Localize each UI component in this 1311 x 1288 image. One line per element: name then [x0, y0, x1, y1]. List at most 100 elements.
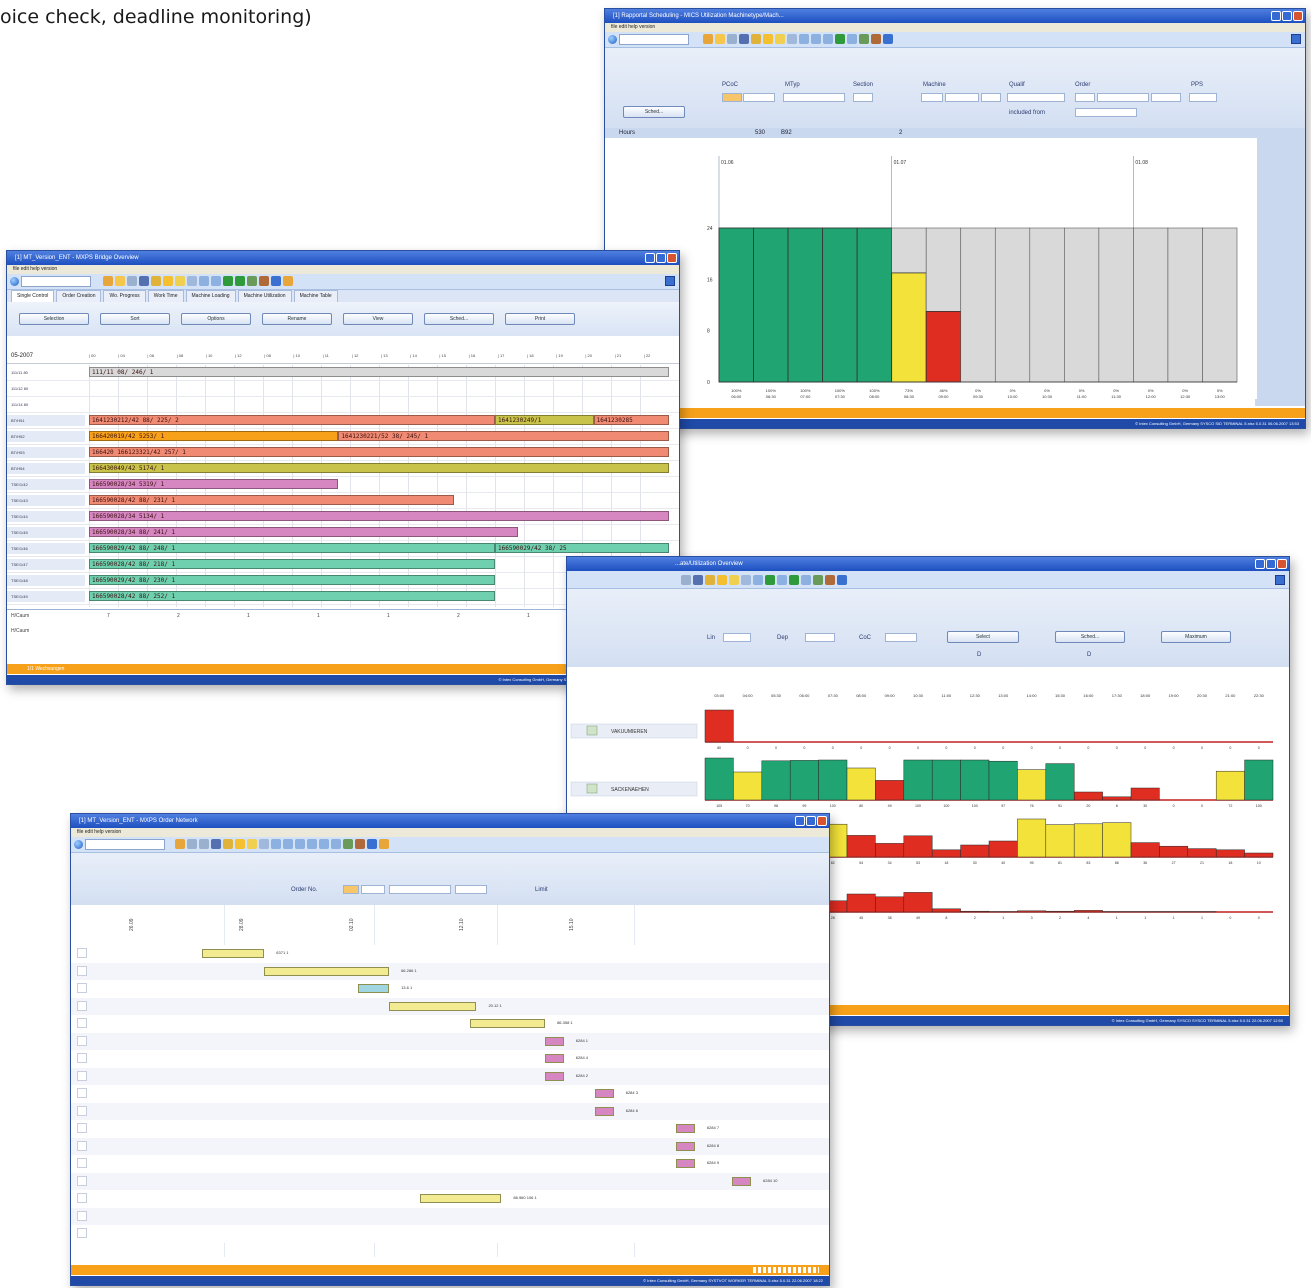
network-node[interactable] [676, 1141, 695, 1151]
tab-order-creation[interactable]: Order Creation [56, 290, 102, 302]
order-input[interactable] [1075, 93, 1095, 102]
row-checkbox[interactable] [77, 1228, 87, 1238]
coc-input[interactable] [885, 633, 917, 642]
row-checkbox[interactable] [77, 1053, 87, 1063]
pps-input[interactable] [1189, 93, 1217, 102]
toolbar-field[interactable] [85, 839, 165, 850]
order-input-2[interactable] [1097, 93, 1149, 102]
gantt-bar[interactable]: 1641230285 [593, 415, 669, 425]
tab-machine-table[interactable]: Machine Table [293, 290, 338, 302]
sched--button[interactable]: Sched... [424, 313, 494, 325]
row-checkbox[interactable] [77, 1123, 87, 1133]
expand-icon[interactable] [586, 725, 598, 736]
gantt-bar[interactable]: 166430049/42 5174/ 1 [89, 463, 669, 473]
gantt-bar[interactable]: 111/11 08/ 246/ 1 [89, 367, 669, 377]
row-checkbox[interactable] [77, 1175, 87, 1186]
menu-bar[interactable]: file edit help version [7, 265, 679, 274]
order-input-3[interactable] [1151, 93, 1181, 102]
network-node[interactable] [201, 949, 265, 958]
gantt-bar[interactable]: 166420 166123321/42 257/ 1 [89, 447, 669, 457]
checkbox-icon[interactable] [1275, 575, 1285, 585]
gantt-bar[interactable]: 166590028/42 88/ 218/ 1 [89, 559, 495, 569]
maximum-button[interactable]: Maximum [1161, 631, 1231, 643]
globe-icon[interactable] [10, 277, 19, 286]
tab-machine-loading[interactable]: Machine Loading [185, 290, 236, 302]
rename-button[interactable]: Rename [262, 313, 332, 325]
machine-input[interactable] [921, 93, 943, 102]
menu-bar[interactable]: file edit help version [71, 828, 829, 837]
pcoc-input[interactable] [722, 93, 742, 102]
network-node[interactable] [470, 1019, 546, 1028]
machine-input-2[interactable] [945, 93, 979, 102]
toolbar-icons[interactable] [681, 575, 847, 585]
close-button[interactable] [1293, 11, 1303, 21]
tab-machine-utilization[interactable]: Machine Utilization [237, 290, 292, 302]
row-checkbox[interactable] [77, 1193, 87, 1203]
gantt-bar[interactable]: 166590029/42 88/ 230/ 1 [89, 575, 495, 585]
gantt-bar[interactable]: 1641230249/1 [495, 415, 594, 425]
lin-input[interactable] [723, 633, 751, 642]
section-input[interactable] [853, 93, 873, 102]
row-checkbox[interactable] [77, 1210, 87, 1221]
order-no-input-3[interactable] [389, 885, 451, 894]
tab-single-control[interactable]: Single Control [11, 290, 55, 302]
gantt-bar[interactable]: 1641230221/52 38/ 245/ 1 [338, 431, 669, 441]
toolbar-icons[interactable] [103, 276, 293, 286]
close-button[interactable] [1277, 559, 1287, 569]
gantt-bar[interactable]: 166420019/42 5253/ 1 [89, 431, 339, 441]
minimize-button[interactable] [1255, 559, 1265, 569]
row-checkbox[interactable] [77, 1140, 87, 1151]
included-from-input[interactable] [1075, 108, 1137, 117]
toolbar-field[interactable] [619, 34, 689, 45]
network-node[interactable] [545, 1036, 564, 1046]
network-node[interactable] [420, 1194, 502, 1203]
options-button[interactable]: Options [181, 313, 251, 325]
globe-icon[interactable] [608, 35, 617, 44]
network-node[interactable] [357, 984, 390, 993]
qualif-input[interactable] [1007, 93, 1065, 102]
row-checkbox[interactable] [77, 1035, 87, 1046]
sched-button[interactable]: Sched... [623, 106, 685, 118]
row-checkbox[interactable] [77, 1000, 87, 1011]
network-node[interactable] [545, 1054, 564, 1063]
minimize-button[interactable] [1271, 11, 1281, 21]
sort-button[interactable]: Sort [100, 313, 170, 325]
machine-input-3[interactable] [981, 93, 1001, 102]
network-node[interactable] [595, 1106, 614, 1116]
checkbox-icon[interactable] [1291, 34, 1301, 44]
gantt-bar[interactable]: 166590029/42 38/ 25 [495, 543, 669, 553]
minimize-button[interactable] [795, 816, 805, 826]
expand-icon[interactable] [586, 783, 598, 794]
row-checkbox[interactable] [77, 948, 87, 958]
row-checkbox[interactable] [77, 1158, 87, 1168]
toolbar-icons[interactable] [703, 34, 893, 44]
select-button[interactable]: Select [947, 631, 1019, 643]
network-node[interactable] [595, 1089, 614, 1098]
sched-button[interactable]: Sched... [1055, 631, 1125, 643]
view-button[interactable]: View [343, 313, 413, 325]
globe-icon[interactable] [74, 840, 83, 849]
network-node[interactable] [389, 1001, 477, 1011]
maximize-button[interactable] [1266, 559, 1276, 569]
order-no-input-4[interactable] [455, 885, 487, 894]
minimize-button[interactable] [645, 253, 655, 263]
order-no-input-2[interactable] [361, 885, 385, 894]
toolbar-icons[interactable] [175, 839, 389, 849]
maximize-button[interactable] [1282, 11, 1292, 21]
maximize-button[interactable] [806, 816, 816, 826]
row-checkbox[interactable] [77, 1070, 87, 1081]
maximize-button[interactable] [656, 253, 666, 263]
network-node[interactable] [732, 1176, 751, 1186]
gantt-bar[interactable]: 166590028/42 88/ 231/ 1 [89, 495, 455, 505]
gantt-bar[interactable]: 166590028/34 88/ 241/ 1 [89, 527, 519, 537]
row-checkbox[interactable] [77, 1018, 87, 1028]
gantt-bar[interactable]: 166590028/42 88/ 252/ 1 [89, 591, 495, 601]
network-node[interactable] [676, 1124, 695, 1133]
network-node[interactable] [545, 1071, 564, 1081]
gantt-bar[interactable]: 166590028/34 5319/ 1 [89, 479, 339, 489]
close-button[interactable] [667, 253, 677, 263]
selection-button[interactable]: Selection [19, 313, 89, 325]
dep-input[interactable] [805, 633, 835, 642]
gantt-bar[interactable]: 166590028/34 5134/ 1 [89, 511, 669, 521]
checkbox-icon[interactable] [665, 276, 675, 286]
